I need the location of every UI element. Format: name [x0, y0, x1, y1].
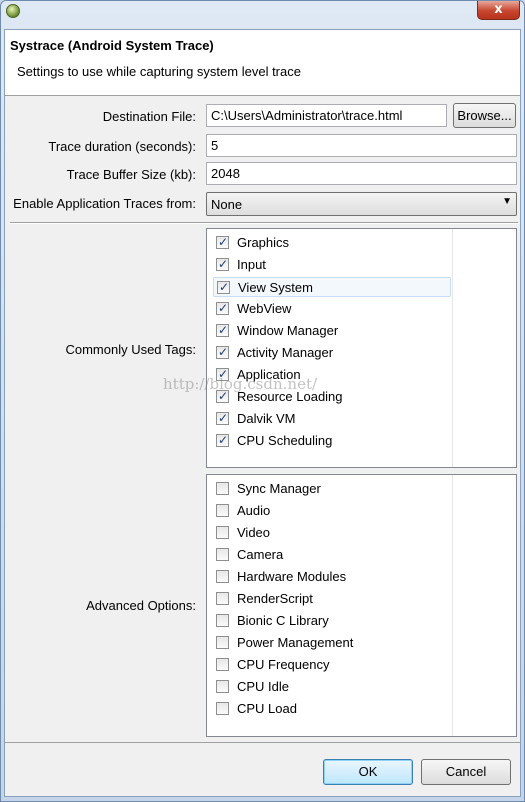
advanced-options-label: Advanced Options:	[86, 598, 196, 613]
destination-file-input[interactable]: C:\Users\Administrator\trace.html	[206, 104, 447, 127]
divider	[10, 222, 518, 224]
common-tag-item[interactable]: Resource Loading	[213, 387, 451, 407]
common-tag-item-label: WebView	[237, 301, 292, 316]
dialog-header: Systrace (Android System Trace) Settings…	[5, 30, 520, 96]
checkbox-checked-icon[interactable]	[216, 323, 229, 337]
common-tag-item-label: CPU Scheduling	[237, 433, 333, 448]
advanced-option-item-label: Hardware Modules	[237, 569, 347, 584]
advanced-option-item-label: CPU Idle	[237, 679, 290, 694]
checkbox-checked-icon[interactable]	[216, 433, 229, 447]
dialog-description: Settings to use while capturing system l…	[17, 64, 301, 79]
advanced-option-item[interactable]: Hardware Modules	[213, 567, 451, 587]
systrace-window: x Systrace (Android System Trace) Settin…	[0, 0, 525, 802]
common-tag-item[interactable]: Window Manager	[213, 321, 451, 341]
common-tag-item-label: Application	[237, 367, 301, 382]
common-tag-item[interactable]: Input	[213, 255, 451, 275]
checkbox-unchecked-icon[interactable]	[216, 658, 229, 671]
checkbox-unchecked-icon[interactable]	[216, 526, 229, 539]
checkbox-unchecked-icon[interactable]	[216, 592, 229, 605]
checkbox-unchecked-icon[interactable]	[216, 636, 229, 649]
checkbox-unchecked-icon[interactable]	[216, 680, 229, 693]
advanced-option-item[interactable]: CPU Idle	[213, 677, 451, 697]
checkbox-checked-icon[interactable]	[216, 367, 229, 381]
common-tag-item[interactable]: Activity Manager	[213, 343, 451, 363]
footer-divider	[5, 742, 520, 743]
advanced-option-item[interactable]: Sync Manager	[213, 479, 451, 499]
checkbox-checked-icon[interactable]	[216, 235, 229, 249]
advanced-option-item[interactable]: CPU Load	[213, 699, 451, 719]
common-tag-item-label: View System	[238, 280, 313, 295]
advanced-option-item[interactable]: Video	[213, 523, 451, 543]
advanced-option-item-label: Camera	[237, 547, 284, 562]
app-traces-selected: None	[211, 197, 243, 212]
trace-duration-input[interactable]: 5	[206, 134, 517, 157]
trace-buffer-size-input[interactable]: 2048	[206, 162, 517, 185]
checkbox-checked-icon[interactable]	[216, 411, 229, 425]
checkbox-checked-icon[interactable]	[216, 301, 229, 315]
dialog-title: Systrace (Android System Trace)	[10, 38, 214, 53]
common-tag-item[interactable]: WebView	[213, 299, 451, 319]
checkbox-unchecked-icon[interactable]	[216, 614, 229, 627]
advanced-option-item[interactable]: Camera	[213, 545, 451, 565]
app-traces-label: Enable Application Traces from:	[13, 196, 196, 211]
checkbox-checked-icon[interactable]	[216, 257, 229, 271]
common-tag-item[interactable]: View System	[213, 277, 451, 297]
advanced-option-item[interactable]: RenderScript	[213, 589, 451, 609]
common-tag-item-label: Window Manager	[237, 323, 339, 338]
trace-buffer-size-label: Trace Buffer Size (kb):	[66, 167, 196, 182]
checkbox-checked-icon[interactable]	[217, 280, 230, 294]
advanced-option-item-label: Power Management	[237, 635, 354, 650]
advanced-option-item-label: RenderScript	[237, 591, 313, 606]
advanced-options-list[interactable]: Sync Manager Audio Video Camera Hardware Mod…	[206, 474, 517, 737]
common-tag-item[interactable]: Dalvik VM	[213, 409, 451, 429]
advanced-option-item-label: Audio	[237, 503, 271, 518]
advanced-option-item-label: Bionic C Library	[237, 613, 329, 628]
advanced-option-item-label: Video	[237, 525, 271, 540]
close-button[interactable]: x	[477, 1, 520, 20]
common-tag-item-label: Resource Loading	[237, 389, 343, 404]
browse-button[interactable]: Browse...	[453, 103, 516, 128]
common-tag-item-label: Activity Manager	[237, 345, 334, 360]
app-icon	[6, 4, 20, 18]
common-tag-item[interactable]: Application	[213, 365, 451, 385]
ok-button[interactable]: OK	[323, 759, 413, 785]
common-tags-label: Commonly Used Tags:	[65, 342, 196, 357]
advanced-option-item-label: CPU Frequency	[237, 657, 330, 672]
advanced-option-item-label: CPU Load	[237, 701, 297, 716]
advanced-option-item-label: Sync Manager	[237, 481, 321, 496]
checkbox-unchecked-icon[interactable]	[216, 702, 229, 715]
checkbox-unchecked-icon[interactable]	[216, 482, 229, 495]
advanced-option-item[interactable]: Bionic C Library	[213, 611, 451, 631]
advanced-option-item[interactable]: Power Management	[213, 633, 451, 653]
chevron-down-icon: ▼	[502, 196, 512, 207]
common-tag-item-label: Input	[237, 257, 266, 272]
common-tag-item-label: Graphics	[237, 235, 290, 250]
destination-file-label: Destination File:	[102, 109, 196, 124]
app-traces-dropdown[interactable]: None ▼	[206, 192, 517, 216]
checkbox-unchecked-icon[interactable]	[216, 570, 229, 583]
title-bar[interactable]: x	[1, 1, 524, 29]
checkbox-unchecked-icon[interactable]	[216, 548, 229, 561]
trace-duration-label: Trace duration (seconds):	[48, 139, 196, 154]
advanced-option-item[interactable]: CPU Frequency	[213, 655, 451, 675]
common-tag-item[interactable]: Graphics	[213, 233, 451, 253]
common-tags-list[interactable]: Graphics Input View System WebView Window Ma…	[206, 228, 517, 468]
common-tag-item-label: Dalvik VM	[237, 411, 296, 426]
advanced-option-item[interactable]: Audio	[213, 501, 451, 521]
checkbox-checked-icon[interactable]	[216, 389, 229, 403]
checkbox-checked-icon[interactable]	[216, 345, 229, 359]
cancel-button[interactable]: Cancel	[421, 759, 511, 785]
checkbox-unchecked-icon[interactable]	[216, 504, 229, 517]
dialog-body: Systrace (Android System Trace) Settings…	[4, 29, 521, 797]
common-tag-item[interactable]: CPU Scheduling	[213, 431, 451, 451]
